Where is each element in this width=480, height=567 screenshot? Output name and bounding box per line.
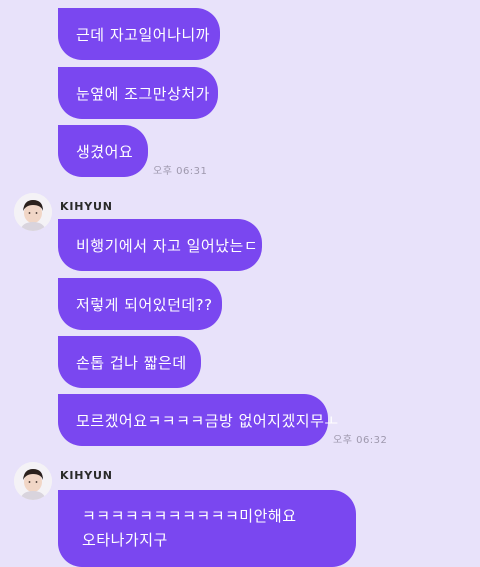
message-timestamp: 오후 06:32 <box>333 435 388 446</box>
message-bubble[interactable]: 생겼어요 <box>58 125 148 177</box>
avatar-image <box>14 462 52 500</box>
message-text: 모르겠어요ㅋㅋㅋㅋ금방 없어지겠지무ㅗ <box>76 411 339 430</box>
message-timestamp: 오후 06:31 <box>153 166 208 177</box>
message-text-line: 오타나가지구 <box>82 531 168 549</box>
message-text: 눈옆에 조그만상처가 <box>76 84 210 103</box>
message-text: 근데 자고일어나니까 <box>76 25 210 44</box>
sender-name: KIHYUN <box>60 469 113 482</box>
sender-name: KIHYUN <box>60 200 113 213</box>
message-text: 비행기에서 자고 일어났는ㄷ <box>76 236 259 255</box>
message-bubble[interactable]: ㅋㅋㅋㅋㅋㅋㅋㅋㅋㅋㅋ미안해요 오타나가지구 <box>58 490 356 567</box>
message-text: 저렇게 되어있던데?? <box>76 295 213 314</box>
message-bubble[interactable]: 근데 자고일어나니까 <box>58 8 220 60</box>
message-text-line: ㅋㅋㅋㅋㅋㅋㅋㅋㅋㅋㅋ미안해요 <box>82 507 297 525</box>
message-bubble[interactable]: 모르겠어요ㅋㅋㅋㅋ금방 없어지겠지무ㅗ <box>58 394 338 446</box>
sender-avatar[interactable] <box>14 462 52 500</box>
message-bubble[interactable]: 비행기에서 자고 일어났는ㄷ <box>58 219 262 271</box>
message-text: 생겼어요 <box>76 142 134 161</box>
message-text: 손톱 겁나 짧은데 <box>76 353 187 372</box>
message-bubble[interactable]: 손톱 겁나 짧은데 <box>58 336 201 388</box>
avatar-image <box>14 193 52 231</box>
message-bubble[interactable]: 눈옆에 조그만상처가 <box>58 67 218 119</box>
sender-avatar[interactable] <box>14 193 52 231</box>
message-bubble[interactable]: 저렇게 되어있던데?? <box>58 278 222 330</box>
